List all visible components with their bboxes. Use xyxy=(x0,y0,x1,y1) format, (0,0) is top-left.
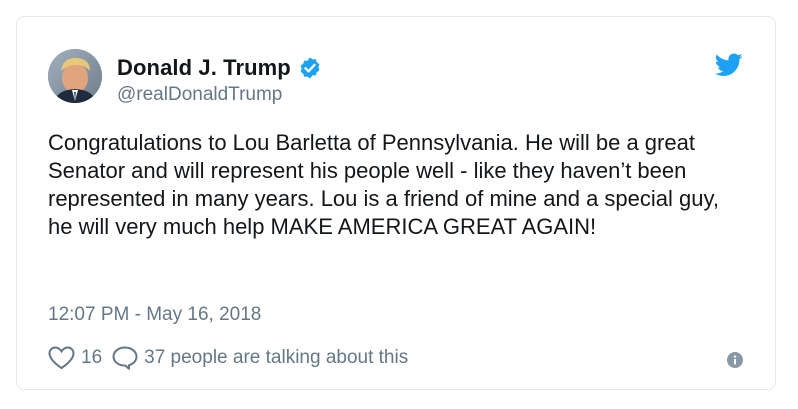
tweet-card: Donald J. Trump @realDonaldTrump Congrat… xyxy=(16,16,776,390)
author-name-row: Donald J. Trump xyxy=(117,54,322,82)
display-name[interactable]: Donald J. Trump xyxy=(117,55,291,81)
speech-bubble-icon[interactable] xyxy=(112,346,138,370)
tweet-timestamp[interactable]: 12:07 PM - May 16, 2018 xyxy=(48,304,261,326)
user-handle[interactable]: @realDonaldTrump xyxy=(117,84,282,106)
tweet-text: Congratulations to Lou Barletta of Penns… xyxy=(48,130,719,239)
like-count: 16 xyxy=(81,347,103,368)
talking-about-link[interactable]: 37 people are talking about this xyxy=(144,347,408,369)
tweet-actions: 16 37 people are talking about this xyxy=(48,345,408,371)
twitter-bird-icon[interactable] xyxy=(714,53,743,77)
avatar[interactable] xyxy=(48,49,102,103)
info-icon[interactable] xyxy=(727,352,743,368)
heart-icon[interactable] xyxy=(48,346,75,370)
verified-badge-icon xyxy=(298,56,322,80)
